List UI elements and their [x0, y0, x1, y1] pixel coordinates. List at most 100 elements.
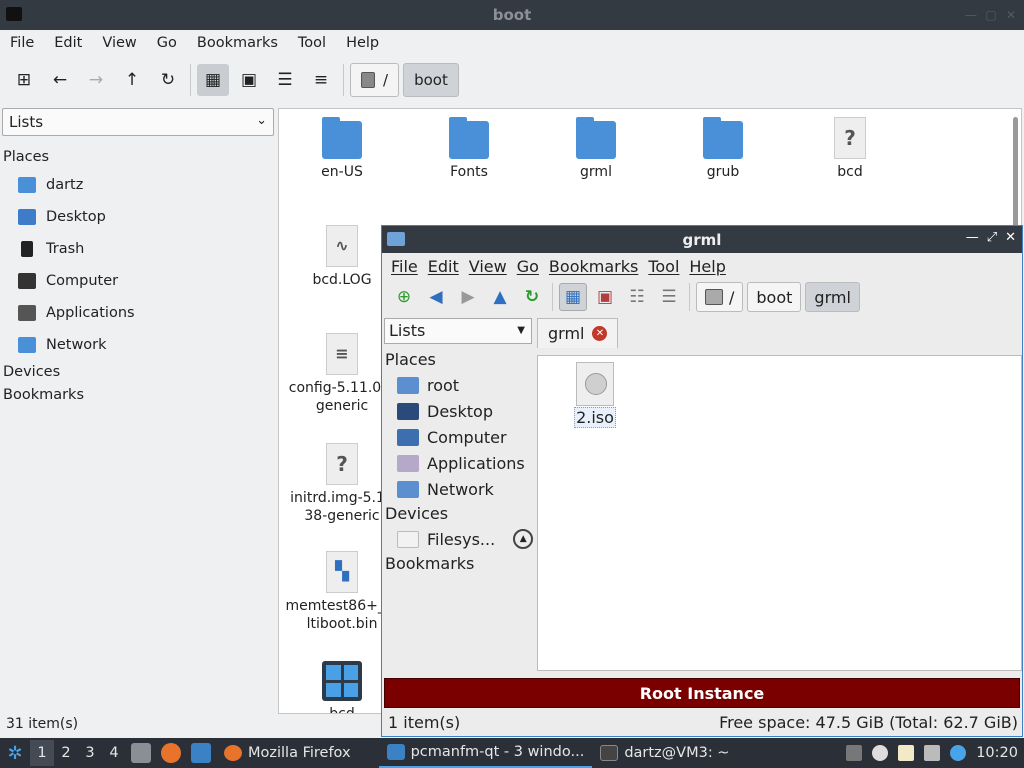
file-item[interactable]: 2.iso: [574, 362, 616, 428]
firefox-launcher-icon[interactable]: [161, 743, 181, 763]
menu-bookmarks[interactable]: Bookmarks: [549, 257, 638, 276]
file-item[interactable]: grml: [536, 117, 656, 181]
place-applications[interactable]: Applications: [385, 450, 535, 476]
menu-help[interactable]: Help: [689, 257, 725, 276]
desktop-launcher-icon[interactable]: [191, 743, 211, 763]
back-titlebar[interactable]: boot — ▢ ✕: [0, 0, 1024, 30]
clipboard-icon[interactable]: [846, 745, 863, 761]
task-firefox[interactable]: Mozilla Firefox: [216, 738, 359, 768]
unknown-file-icon: ?: [834, 117, 866, 159]
updates-icon[interactable]: [950, 745, 967, 761]
task-terminal[interactable]: dartz@VM3: ~: [592, 738, 737, 768]
volume-icon[interactable]: [872, 745, 889, 761]
forward-arrow-icon[interactable]: →: [80, 64, 112, 96]
place-desktop[interactable]: Desktop: [385, 398, 535, 424]
compact-view-icon[interactable]: ☷: [623, 283, 651, 311]
task-pcmanfm[interactable]: pcmanfm-qt - 3 windo...: [378, 738, 593, 768]
maximize-icon[interactable]: ⤢: [987, 230, 997, 245]
front-window: grml — ⤢ ✕ File Edit View Go Bookmarks T…: [381, 225, 1023, 737]
side-pane-mode-select[interactable]: Lists ⌄: [2, 108, 274, 136]
detail-view-icon[interactable]: ≡: [305, 64, 337, 96]
menu-bookmarks[interactable]: Bookmarks: [197, 35, 278, 51]
minimize-icon[interactable]: —: [964, 8, 978, 22]
menu-tool[interactable]: Tool: [298, 35, 326, 51]
detail-view-icon[interactable]: ☰: [655, 283, 683, 311]
close-icon[interactable]: ✕: [1004, 8, 1018, 22]
back-arrow-icon[interactable]: ◀: [422, 283, 450, 311]
path-root-button[interactable]: /: [696, 282, 744, 312]
close-icon[interactable]: ✕: [1005, 230, 1016, 245]
notes-icon[interactable]: [898, 745, 915, 761]
place-root[interactable]: root: [385, 372, 535, 398]
place-network[interactable]: Network: [385, 476, 535, 502]
device-filesystem[interactable]: Filesys... ▲: [385, 526, 535, 552]
reload-icon[interactable]: ↻: [518, 283, 546, 311]
menu-go[interactable]: Go: [517, 257, 539, 276]
menu-edit[interactable]: Edit: [428, 257, 459, 276]
new-tab-icon[interactable]: ⊞: [8, 64, 40, 96]
workspace-2[interactable]: 2: [54, 745, 78, 761]
place-network[interactable]: Network: [0, 329, 276, 361]
front-toolbar: ⊕ ◀ ▶ ▲ ↻ ▦ ▣ ☷ ☰ / boot grml: [382, 279, 1022, 315]
new-tab-icon[interactable]: ⊕: [390, 283, 418, 311]
path-root-button[interactable]: /: [350, 63, 400, 97]
front-file-view[interactable]: 2.iso: [537, 355, 1022, 671]
compact-view-icon[interactable]: ☰: [269, 64, 301, 96]
workspace-4[interactable]: 4: [102, 745, 126, 761]
front-status-bar: 1 item(s) Free space: 47.5 GiB (Total: 6…: [388, 713, 1018, 733]
file-item[interactable]: ? bcd: [790, 117, 910, 181]
menu-file[interactable]: File: [391, 257, 418, 276]
applications-icon: [397, 454, 419, 472]
menu-view[interactable]: View: [469, 257, 507, 276]
thumbnail-view-icon[interactable]: ▣: [233, 64, 265, 96]
start-menu-icon[interactable]: ✲: [0, 738, 30, 768]
icon-view-icon[interactable]: ▦: [559, 283, 587, 311]
file-item[interactable]: grub: [663, 117, 783, 181]
root-folder-icon: [397, 376, 419, 394]
clock[interactable]: 10:20: [976, 745, 1018, 761]
path-boot-button[interactable]: boot: [403, 63, 459, 97]
icon-view-icon[interactable]: ▦: [197, 64, 229, 96]
reload-icon[interactable]: ↻: [152, 64, 184, 96]
menu-tool[interactable]: Tool: [648, 257, 679, 276]
eject-icon[interactable]: ▲: [513, 529, 534, 549]
root-instance-banner: Root Instance: [384, 678, 1020, 708]
up-arrow-icon[interactable]: ▲: [486, 283, 514, 311]
menu-view[interactable]: View: [102, 35, 136, 51]
menu-help[interactable]: Help: [346, 35, 379, 51]
place-trash[interactable]: Trash: [0, 233, 276, 265]
up-arrow-icon[interactable]: ↑: [116, 64, 148, 96]
place-dartz[interactable]: dartz: [0, 169, 276, 201]
menu-go[interactable]: Go: [157, 35, 177, 51]
disc-image-icon: [576, 362, 614, 406]
path-grml-button[interactable]: grml: [805, 282, 860, 312]
taskbar: ✲ 1 2 3 4 Mozilla Firefox pcmanfm-qt - 3…: [0, 738, 1024, 768]
forward-arrow-icon[interactable]: ▶: [454, 283, 482, 311]
file-item[interactable]: Fonts: [409, 117, 529, 181]
side-pane-mode-select[interactable]: Lists ▼: [384, 318, 532, 344]
thumbnail-view-icon[interactable]: ▣: [591, 283, 619, 311]
path-boot-button[interactable]: boot: [747, 282, 802, 312]
place-desktop[interactable]: Desktop: [0, 201, 276, 233]
workspace-1[interactable]: 1: [30, 740, 54, 766]
file-item[interactable]: en-US: [282, 117, 402, 181]
workspace-3[interactable]: 3: [78, 745, 102, 761]
network-folder-icon: [18, 337, 36, 353]
close-tab-icon[interactable]: ✕: [592, 326, 608, 341]
item-count: 1 item(s): [388, 713, 461, 732]
network-icon[interactable]: [924, 745, 941, 761]
place-applications[interactable]: Applications: [0, 297, 276, 329]
unknown-file-icon: ?: [326, 443, 358, 485]
tab-grml[interactable]: grml ✕: [537, 318, 619, 348]
minimize-icon[interactable]: —: [966, 230, 979, 245]
menu-file[interactable]: File: [10, 35, 34, 51]
file-manager-launcher-icon[interactable]: [131, 743, 151, 763]
back-arrow-icon[interactable]: ←: [44, 64, 76, 96]
place-computer[interactable]: Computer: [0, 265, 276, 297]
vertical-scrollbar[interactable]: [1013, 117, 1018, 232]
places-heading: Places: [3, 149, 50, 165]
menu-edit[interactable]: Edit: [54, 35, 82, 51]
maximize-icon[interactable]: ▢: [984, 8, 998, 22]
place-computer[interactable]: Computer: [385, 424, 535, 450]
front-titlebar[interactable]: grml — ⤢ ✕: [382, 226, 1022, 253]
